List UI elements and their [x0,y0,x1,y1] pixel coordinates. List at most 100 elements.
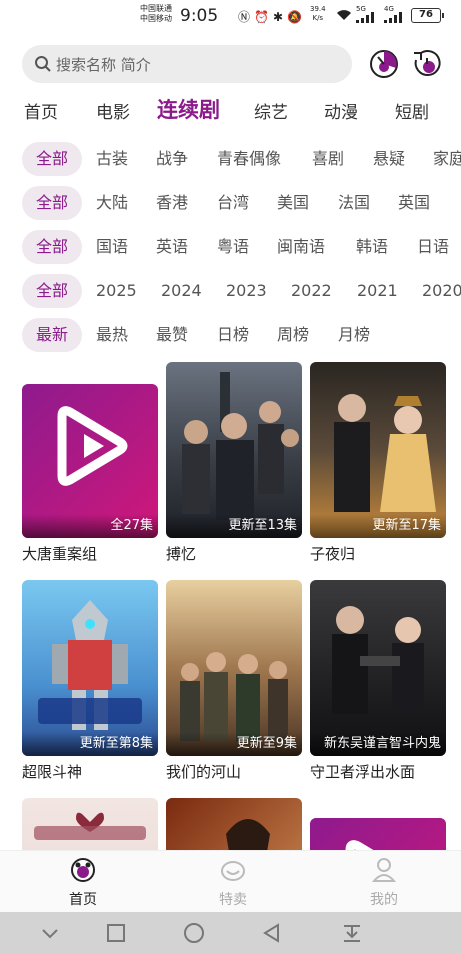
nav-profile-label: 我的 [370,892,398,908]
filter-chip[interactable]: 家庭 [433,142,461,176]
app-logo-icon [345,840,374,850]
show-card[interactable] [166,798,302,850]
history-icon[interactable] [368,48,400,80]
filter-chip-selected[interactable]: 全部 [22,142,82,176]
tab-anime[interactable]: 动漫 [324,98,358,123]
filter-chip[interactable]: 青春偶像 [217,142,281,176]
notification-pull-icon[interactable] [340,921,364,945]
filter-chip[interactable]: 法国 [338,186,370,220]
filter-chip[interactable]: 美国 [277,186,309,220]
home-circle-icon[interactable] [182,921,206,945]
category-tabs: 首页 电影 连续剧 综艺 动漫 短剧 [0,92,461,126]
filter-chip[interactable]: 英语 [156,230,188,264]
poster-figures [332,606,424,714]
search-input[interactable]: 搜索名称 简介 [22,45,352,83]
search-placeholder: 搜索名称 简介 [56,55,151,74]
filter-chip[interactable]: 日语 [417,230,449,264]
nav-profile[interactable]: 我的 [344,857,424,909]
show-poster [22,798,158,850]
recent-icon[interactable] [411,48,443,80]
episode-badge: 全27集 [22,514,158,538]
filter-chip[interactable]: 最热 [96,318,128,352]
tab-movies[interactable]: 电影 [96,98,130,123]
nfc-icon: Ⓝ [238,10,255,24]
filter-chip[interactable]: 闽南语 [277,230,325,264]
tab-home[interactable]: 首页 [24,98,58,123]
filter-chip[interactable]: 2020 [422,274,461,308]
show-poster [166,798,302,850]
show-card[interactable]: 更新至13集 搏忆 [166,362,302,564]
nav-sale[interactable]: 特卖 [193,857,273,909]
status-icons: Ⓝ⏰✱🔕 [238,8,306,25]
filter-row-language: 全部 国语 英语 粤语 闽南语 韩语 日语 [0,230,461,264]
filter-chip-selected[interactable]: 全部 [22,274,82,308]
show-poster: 新东吴谨言智斗内鬼 [310,580,446,756]
show-card[interactable] [310,798,446,850]
filter-chip[interactable]: 大陆 [96,186,128,220]
filter-chip[interactable]: 喜剧 [312,142,344,176]
nav-home[interactable]: 首页 [43,857,123,909]
episode-badge: 更新至9集 [166,732,302,756]
show-poster: 全27集 [22,384,158,538]
app-logo-icon [57,406,128,486]
poster-figures [226,819,270,850]
clock: 9:05 [180,6,219,26]
show-card[interactable]: 更新至9集 我们的河山 [166,580,302,782]
carrier-1: 中国联通 [140,4,172,13]
filter-chip[interactable]: 粤语 [217,230,249,264]
wifi-icon [337,10,351,20]
filter-chip[interactable]: 英国 [398,186,430,220]
signal-icon [356,12,374,23]
alarm-icon: ⏰ [254,10,273,24]
show-title: 我们的河山 [166,763,242,781]
show-card[interactable]: 更新至17集 子夜归 [310,362,446,564]
filter-chip[interactable]: 国语 [96,230,128,264]
show-grid: 全27集 大唐重案组 更新至13集 搏忆 更新至17集 子夜归 更新至第8集 超… [0,362,461,850]
episode-badge: 更新至17集 [310,514,446,538]
tab-shorts[interactable]: 短剧 [395,98,429,123]
filter-chip[interactable]: 韩语 [356,230,388,264]
filter-chip[interactable]: 悬疑 [373,142,405,176]
battery-indicator: 76 [411,8,444,23]
filter-chip-selected[interactable]: 最新 [22,318,82,352]
filter-chip[interactable]: 2023 [226,274,267,308]
filter-chip[interactable]: 周榜 [277,318,309,352]
recents-square-icon[interactable] [104,921,128,945]
tab-variety[interactable]: 综艺 [254,98,288,123]
back-triangle-icon[interactable] [260,921,284,945]
poster-figures [38,600,142,730]
system-nav-bar [0,912,461,954]
tab-series[interactable]: 连续剧 [157,94,220,124]
show-card[interactable]: 全27集 大唐重案组 [22,362,158,564]
poster-figures [334,394,436,512]
filter-chip-selected[interactable]: 全部 [22,230,82,264]
filter-chip[interactable]: 2021 [357,274,398,308]
show-title: 守卫者浮出水面 [310,763,416,781]
filter-chip[interactable]: 战争 [156,142,188,176]
bluetooth-icon: ✱ [272,10,288,24]
show-card[interactable]: 新东吴谨言智斗内鬼 守卫者浮出水面 [310,580,446,782]
profile-icon [371,858,397,882]
filter-chip[interactable]: 2025 [96,274,137,308]
show-title: 子夜归 [310,545,356,563]
carrier-2: 中国移动 [140,14,172,23]
filter-chip[interactable]: 2024 [161,274,202,308]
filter-chip[interactable]: 月榜 [338,318,370,352]
filter-chip[interactable]: 台湾 [217,186,249,220]
filter-chip[interactable]: 2022 [291,274,332,308]
filter-chip[interactable]: 香港 [156,186,188,220]
nav-sale-label: 特卖 [219,892,247,908]
nav-home-label: 首页 [69,892,97,908]
episode-badge: 更新至第8集 [22,732,158,756]
filter-chip-selected[interactable]: 全部 [22,186,82,220]
filter-chip[interactable]: 最赞 [156,318,188,352]
show-card[interactable] [22,798,158,850]
bottom-nav: 首页 特卖 我的 [0,850,461,912]
poster-figures [180,652,288,742]
episode-badge: 新东吴谨言智斗内鬼 [310,732,446,756]
filter-chip[interactable]: 古装 [96,142,128,176]
chevron-down-icon[interactable] [38,921,62,945]
filter-chip[interactable]: 日榜 [217,318,249,352]
show-poster [310,818,446,850]
show-card[interactable]: 更新至第8集 超限斗神 [22,580,158,782]
